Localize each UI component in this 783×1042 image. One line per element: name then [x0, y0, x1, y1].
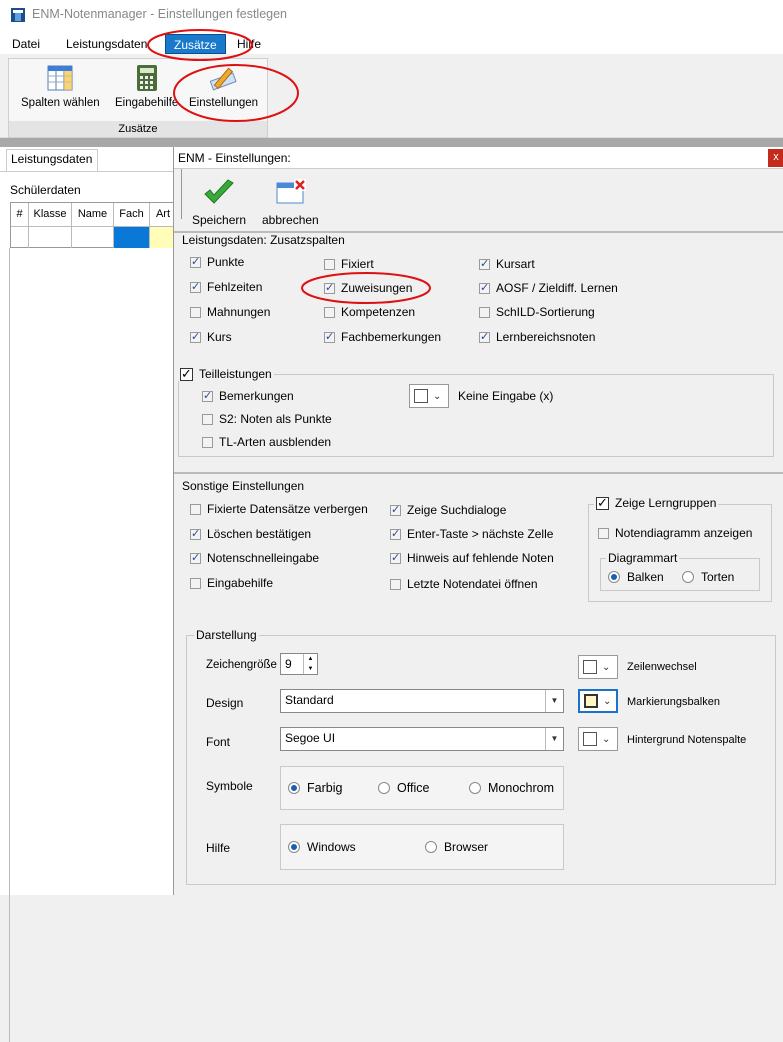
- annotation-circle: [147, 29, 253, 61]
- annotation-overlay: [147, 29, 431, 304]
- annotation-circle: [301, 272, 431, 304]
- annotation-circle: [173, 64, 299, 122]
